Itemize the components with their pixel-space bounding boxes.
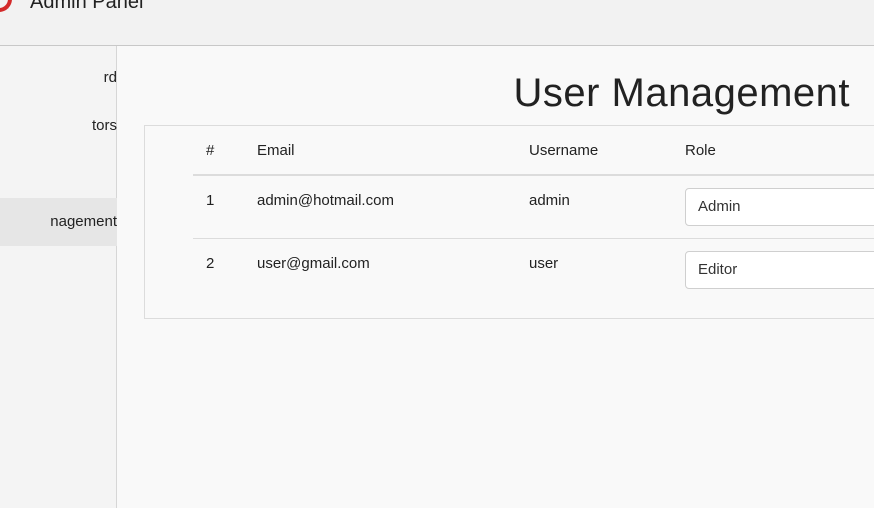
table-row: 2 user@gmail.com user Editor	[193, 239, 874, 302]
sidebar: rd tors nagement	[0, 46, 117, 508]
column-header-num: #	[206, 142, 215, 159]
sidebar-item-label: rd	[103, 69, 117, 86]
logo-icon	[0, 0, 12, 12]
sidebar-item-dashboard[interactable]: rd	[0, 54, 117, 102]
users-table-card: # Email Username Role 1 admin@hotmail.co…	[144, 125, 874, 319]
table-header-row: # Email Username Role	[193, 126, 874, 176]
row-email: admin@hotmail.com	[257, 192, 394, 209]
users-table: # Email Username Role 1 admin@hotmail.co…	[193, 126, 874, 302]
sidebar-item-label: tors	[91, 117, 117, 134]
page-title: User Management	[513, 71, 850, 115]
role-select[interactable]: Admin	[685, 188, 874, 226]
column-header-role: Role	[685, 142, 716, 159]
column-header-username: Username	[529, 142, 599, 159]
row-email: user@gmail.com	[257, 255, 370, 272]
sidebar-item-user-management[interactable]: nagement	[0, 198, 117, 246]
top-header: Admin Panel	[0, 0, 874, 46]
table-row: 1 admin@hotmail.com admin Admin	[193, 176, 874, 239]
sidebar-item-blank[interactable]	[0, 150, 117, 198]
app-title: Admin Panel	[30, 0, 144, 13]
row-number: 2	[206, 255, 215, 272]
app-window: Admin Panel rd tors nagement User Manage…	[0, 0, 874, 508]
role-select[interactable]: Editor	[685, 251, 874, 289]
column-header-email: Email	[257, 142, 295, 159]
row-username: admin	[529, 192, 570, 209]
main-content: User Management # Email Username Role 1 …	[118, 47, 874, 508]
sidebar-item-label: nagement	[50, 213, 117, 230]
row-number: 1	[206, 192, 215, 209]
row-username: user	[529, 255, 559, 272]
sidebar-item-editors[interactable]: tors	[0, 102, 117, 150]
